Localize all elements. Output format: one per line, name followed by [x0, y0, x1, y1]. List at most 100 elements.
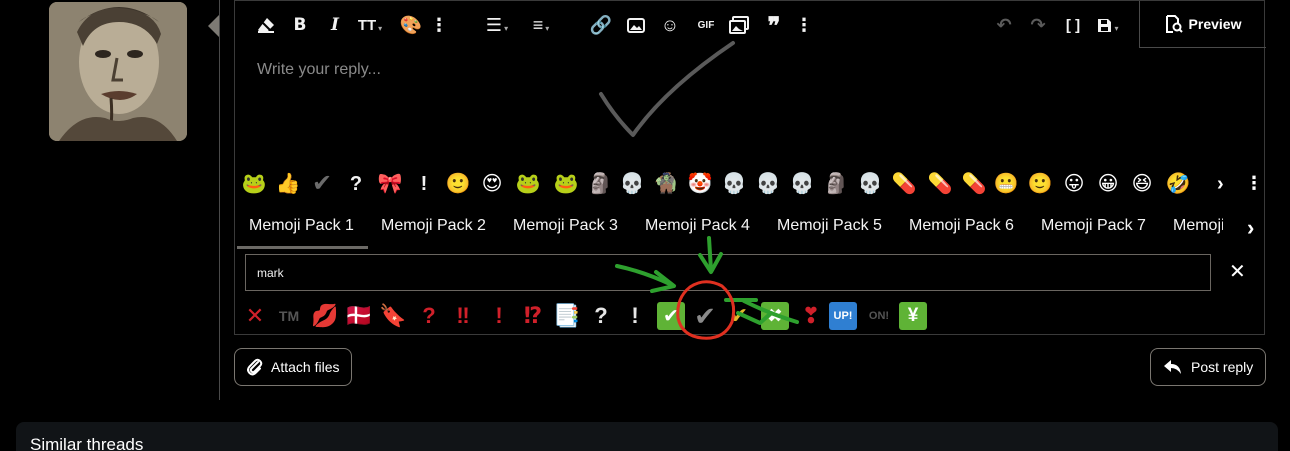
recent-emoji-item[interactable]: 💊: [927, 171, 953, 197]
recent-emoji-item[interactable]: 🗿: [823, 171, 849, 197]
tab-emoji-pack[interactable]: Memoji Pack 6: [909, 217, 1014, 235]
tab-emoji-pack[interactable]: Memoji Pack 4: [645, 217, 750, 235]
image-icon[interactable]: [625, 11, 647, 39]
recent-emoji-item[interactable]: 😛: [1061, 171, 1087, 197]
post-divider: [219, 0, 220, 400]
tab-emoji-pack[interactable]: Memoji Pack 7: [1041, 217, 1146, 235]
attach-files-label: Attach files: [271, 359, 340, 375]
chart-increasing-yen-emoji[interactable]: ¥: [899, 302, 927, 330]
bookmark-emoji[interactable]: 🔖: [379, 302, 407, 330]
recent-emoji-row: 🐸 👍 ✔? 🎀! 🙂 😍 🐸 🐸 🗿 💀 🧌 🤡 💀 💀 💀 🗿 💀 💊 💊 💊 😬 🙂 😛 😀 😆 🤣: [235, 167, 1264, 201]
white-question-mark-emoji[interactable]: ?: [587, 302, 615, 330]
avatar[interactable]: [49, 2, 187, 141]
trade-mark-emoji[interactable]: TM: [275, 302, 303, 330]
recent-emoji-item[interactable]: 🤡: [687, 171, 713, 197]
recent-emoji-item[interactable]: 🐸: [241, 171, 267, 197]
recent-emoji-item[interactable]: 💊: [961, 171, 987, 197]
recent-emoji-item[interactable]: !: [411, 171, 437, 197]
bold-icon[interactable]: B: [290, 11, 310, 39]
white-exclamation-mark-emoji[interactable]: !: [621, 302, 649, 330]
emoji-search-results: ✕ TM 💋 🇩🇰 🔖? ‼! ⁉ 📑?! ✔ ✔ ✔ ✖ ❣ UP! ON! ¥: [235, 298, 1264, 334]
cross-mark-button-emoji[interactable]: ✖: [761, 302, 789, 330]
editor-toolbar: B I TT ▾ 🎨 ⋮ ☰ ▾ ≡ ▾ 🔗 ☺ GIF ❞ ⋮ ↶ ↷ [ ] ▾ …: [235, 1, 1266, 49]
cross-mark-emoji[interactable]: ✕: [241, 302, 269, 330]
preview-label: Preview: [1188, 16, 1242, 32]
recent-emoji-item[interactable]: 😀: [1095, 171, 1121, 197]
tab-emoji-pack[interactable]: Memoji Pack 5: [777, 217, 882, 235]
recent-emoji-item[interactable]: 🙂: [1027, 171, 1053, 197]
smiley-icon[interactable]: ☺: [659, 11, 681, 39]
text-size-icon[interactable]: TT ▾: [353, 11, 387, 39]
kiss-mark-emoji[interactable]: 💋: [311, 302, 339, 330]
recent-emoji-item[interactable]: ✔: [309, 171, 335, 197]
bookmark-tabs-emoji[interactable]: 📑: [553, 302, 581, 330]
recent-emoji-item[interactable]: 💊: [891, 171, 917, 197]
avatar-portrait-image: [49, 2, 187, 141]
red-exclamation-mark-emoji[interactable]: !: [485, 302, 513, 330]
tab-emoji-pack[interactable]: Memoji Pack 3: [513, 217, 618, 235]
recent-emoji-item[interactable]: 🧌: [653, 171, 679, 197]
recent-emoji-item[interactable]: 💀: [619, 171, 645, 197]
recent-emoji-item[interactable]: 👍: [275, 171, 301, 197]
close-icon[interactable]: ✕: [1229, 259, 1246, 284]
more-vertical-icon[interactable]: ⋮: [430, 11, 448, 39]
chevron-right-icon[interactable]: ›: [1217, 173, 1224, 196]
save-draft-icon[interactable]: ▾: [1093, 11, 1123, 39]
align-icon[interactable]: ≡ ▾: [525, 11, 557, 39]
heart-exclamation-emoji[interactable]: ❣: [797, 302, 825, 330]
chevron-right-icon[interactable]: ›: [1247, 215, 1254, 241]
exclamation-question-mark-emoji[interactable]: ⁉: [519, 302, 547, 330]
redo-icon[interactable]: ↷: [1027, 11, 1049, 39]
recent-emoji-item[interactable]: 🤣: [1165, 171, 1191, 197]
post-reply-button[interactable]: Post reply: [1150, 348, 1267, 386]
media-icon[interactable]: [728, 11, 750, 39]
italic-icon[interactable]: I: [325, 11, 345, 39]
more-vertical-icon[interactable]: ⋮: [1245, 173, 1263, 194]
recent-emoji-item[interactable]: 💀: [857, 171, 883, 197]
reply-textarea[interactable]: Write your reply...: [257, 61, 381, 79]
recent-emoji-item[interactable]: 😬: [993, 171, 1019, 197]
tab-emoji-pack[interactable]: Memoji: [1173, 217, 1223, 235]
recent-emoji-item[interactable]: 💀: [789, 171, 815, 197]
recent-emoji-item[interactable]: 🐸: [553, 171, 579, 197]
eraser-icon[interactable]: [255, 11, 277, 39]
preview-button[interactable]: Preview: [1139, 1, 1266, 48]
recent-emoji-item[interactable]: 🗿: [587, 171, 613, 197]
up-button-emoji[interactable]: UP!: [829, 302, 857, 330]
tab-emoji-pack[interactable]: Memoji Pack 2: [381, 217, 486, 235]
recent-emoji-item[interactable]: 😆: [1129, 171, 1155, 197]
similar-threads-title: Similar threads: [30, 435, 144, 451]
recent-emoji-item[interactable]: 💀: [755, 171, 781, 197]
post-reply-label: Post reply: [1191, 359, 1254, 375]
undo-icon[interactable]: ↶: [993, 11, 1015, 39]
more-vertical-icon[interactable]: ⋮: [795, 11, 813, 39]
palette-icon[interactable]: 🎨: [399, 11, 423, 39]
flag-denmark-emoji[interactable]: 🇩🇰: [345, 302, 373, 330]
emoji-search-input[interactable]: [245, 254, 1211, 291]
reply-editor: B I TT ▾ 🎨 ⋮ ☰ ▾ ≡ ▾ 🔗 ☺ GIF ❞ ⋮ ↶ ↷ [ ] ▾ …: [234, 0, 1266, 335]
check-mark-emoji[interactable]: ✔: [691, 301, 719, 331]
bullet-list-icon[interactable]: ☰ ▾: [482, 11, 512, 39]
recent-emoji-item[interactable]: ?: [343, 171, 369, 197]
recent-emoji-item[interactable]: 🐸: [515, 171, 541, 197]
bbcode-icon[interactable]: [ ]: [1061, 11, 1085, 39]
reply-icon: [1164, 360, 1181, 374]
tab-emoji-pack[interactable]: Memoji Pack 1: [249, 217, 354, 235]
red-question-mark-emoji[interactable]: ?: [415, 302, 443, 330]
recent-emoji-item[interactable]: 😍: [479, 171, 505, 197]
recent-emoji-item[interactable]: 🎀: [377, 171, 403, 197]
recent-emoji-item[interactable]: 💀: [721, 171, 747, 197]
recent-emoji-item[interactable]: 🙂: [445, 171, 471, 197]
quote-icon[interactable]: ❞: [763, 11, 785, 40]
active-tab-indicator: [237, 246, 368, 249]
on-arrow-emoji[interactable]: ON!: [865, 302, 893, 330]
checkmark-doodle: [599, 41, 735, 137]
gif-icon[interactable]: GIF: [693, 11, 719, 39]
similar-threads-panel: Similar threads: [16, 422, 1278, 451]
check-mark-yellow-emoji[interactable]: ✔: [725, 302, 753, 330]
attach-files-button[interactable]: Attach files: [234, 348, 353, 386]
link-icon[interactable]: 🔗: [590, 11, 612, 39]
check-mark-button-emoji[interactable]: ✔: [657, 302, 685, 330]
double-exclamation-mark-emoji[interactable]: ‼: [449, 302, 477, 330]
preview-icon: [1165, 15, 1183, 33]
